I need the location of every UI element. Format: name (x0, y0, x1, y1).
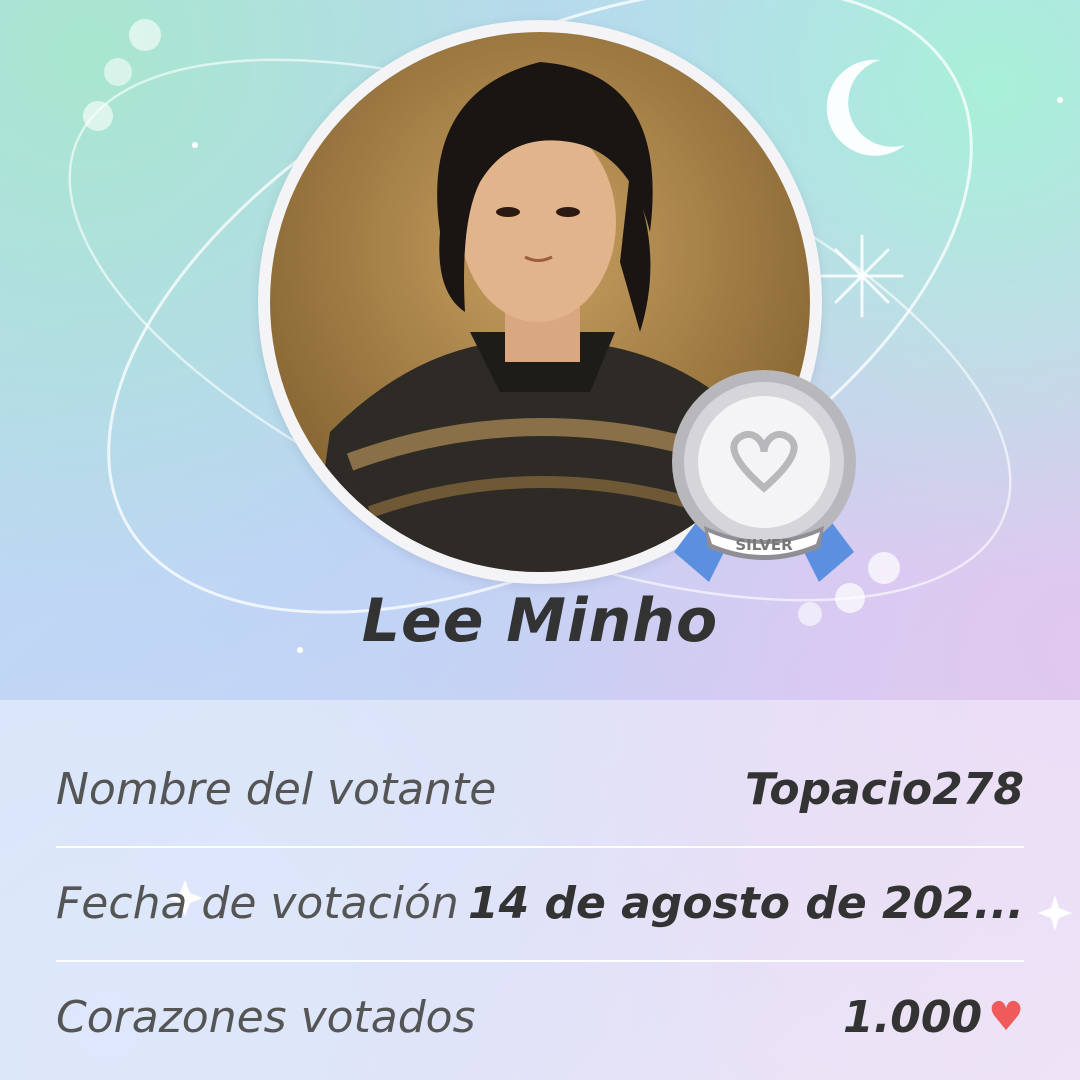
voter-label: Nombre del votante (56, 763, 497, 815)
silver-medal-icon: SILVER (672, 370, 856, 582)
hearts-label: Corazones votados (56, 991, 476, 1043)
hearts-value-group: 1.000 ♥ (843, 992, 1024, 1043)
date-row: Fecha de votación 14 de agosto de 202... (56, 848, 1024, 958)
voter-row: Nombre del votante Topacio278 (56, 734, 1024, 844)
sparkle-icon (820, 234, 904, 318)
hearts-value: 1.000 (842, 991, 983, 1043)
heart-icon: ♥ (988, 994, 1024, 1040)
celebrity-name: Lee Minho (361, 586, 719, 656)
badge-label: SILVER (735, 536, 793, 554)
voter-value: Topacio278 (745, 763, 1024, 815)
hearts-row: Corazones votados 1.000 ♥ (56, 962, 1024, 1072)
date-label: Fecha de votación (56, 877, 459, 929)
moon-icon (826, 59, 905, 156)
date-value: 14 de agosto de 202... (467, 877, 1024, 929)
